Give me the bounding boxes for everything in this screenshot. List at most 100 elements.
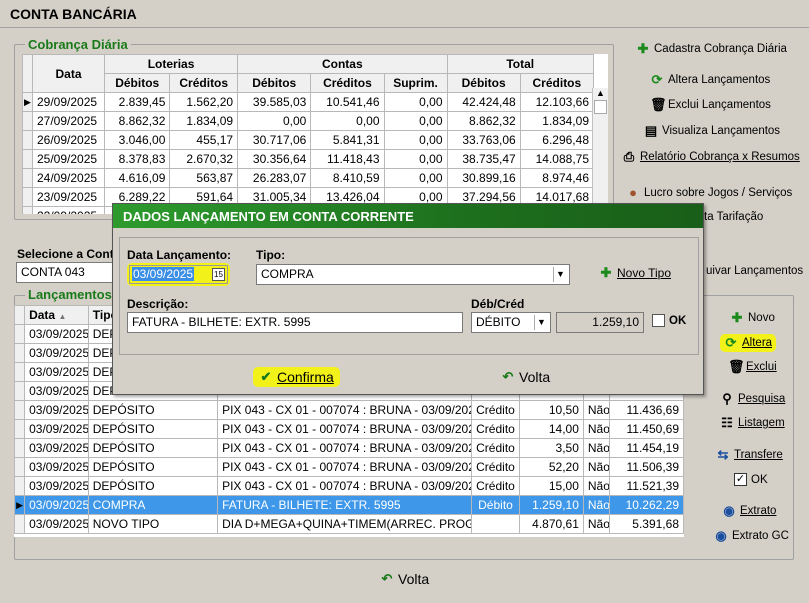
checkbox-checked-icon[interactable]: ✓: [734, 473, 747, 486]
cobranca-title: Cobrança Diária: [25, 37, 131, 52]
table-row[interactable]: 03/09/2025 DEPÓSITO PIX 043 - CX 01 - 0070…: [14, 438, 684, 458]
calendar-icon[interactable]: 15: [212, 268, 225, 281]
data-lancamento-field[interactable]: 03/09/2025 15: [129, 265, 228, 284]
tarifacao-button[interactable]: ta Tarifação: [704, 211, 763, 223]
table-row[interactable]: 03/09/2025 DEPÓSITO PIX 043 - CX 01 - 0070…: [14, 400, 684, 420]
row-marker: [22, 130, 33, 150]
cell-value: 26.283,07: [237, 168, 312, 188]
sub-header[interactable]: Suprim.: [383, 73, 448, 93]
cell: 11.436,69: [609, 400, 684, 420]
valor-field[interactable]: 1.259,10: [556, 312, 644, 333]
dialog-title: DADOS LANÇAMENTO EM CONTA CORRENTE: [113, 204, 703, 228]
refresh-icon: ⟳: [651, 72, 663, 87]
cell: Não: [582, 400, 611, 420]
cobranca-scrollbar[interactable]: ▲: [592, 88, 608, 214]
cell-value: 10.541,46: [310, 92, 385, 112]
search-icon: ⚲: [722, 391, 732, 406]
cell: PIX 043 - CX 01 - 007074 : BRUNA - 03/09…: [217, 476, 472, 496]
cell-date: 26/09/2025: [32, 130, 105, 150]
cell-value: 30.717,06: [237, 130, 312, 150]
cell-value: 1.834,09: [519, 111, 595, 131]
scroll-up-icon[interactable]: ▲: [593, 88, 608, 98]
sub-header[interactable]: Débitos: [237, 73, 312, 93]
row-marker: [14, 438, 26, 458]
descricao-field[interactable]: FATURA - BILHETE: EXTR. 5995: [127, 312, 463, 333]
altera-button[interactable]: ⟳ Altera: [720, 334, 777, 352]
col-data-header[interactable]: Data: [32, 54, 105, 93]
exclui-lancamentos-button[interactable]: 🗑 Exclui Lançamentos: [650, 98, 771, 112]
arquivar-lancamentos-button[interactable]: uivar Lançamentos: [706, 265, 803, 277]
group-header-contas: Contas: [237, 54, 448, 74]
listagem-button[interactable]: ☷ Listagem: [720, 416, 785, 430]
table-row[interactable]: ▶ 03/09/2025 COMPRA FATURA - BILHETE: EXTR.…: [14, 495, 684, 515]
trash-icon: 🗑: [728, 359, 745, 374]
deb-cred-select[interactable]: DÉBITO ▼: [471, 312, 551, 333]
col-data-header[interactable]: Data ▲: [24, 305, 89, 325]
lucro-jogos-button[interactable]: ● Lucro sobre Jogos / Serviços: [626, 186, 792, 200]
table-row[interactable]: 03/09/2025 DEPÓSITO PIX 043 - CX 01 - 0070…: [14, 476, 684, 496]
cell: COMPRA: [87, 495, 219, 515]
scroll-thumb[interactable]: [594, 100, 607, 114]
table-row[interactable]: 25/09/2025 8.378,83 2.670,32 30.356,64 11.41…: [22, 149, 595, 169]
transfere-button[interactable]: ⇆ Transfere: [716, 448, 783, 462]
exclui-button[interactable]: 🗑 Exclui: [728, 360, 777, 374]
sub-header[interactable]: Créditos: [310, 73, 385, 93]
cell: Não: [582, 514, 611, 534]
transfer-icon: ⇆: [717, 447, 729, 462]
cell-date: 22/09/2025: [32, 206, 105, 214]
table-row[interactable]: 03/09/2025 NOVO TIPO DIA D+MEGA+QUINA+TIME…: [14, 514, 684, 534]
table-row[interactable]: ▶ 29/09/2025 2.839,45 1.562,20 39.585,03 10.5…: [22, 92, 595, 112]
table-row[interactable]: 27/09/2025 8.862,32 1.834,09 0,00 0,00 0,00 8.…: [22, 111, 595, 131]
extrato-gc-button[interactable]: ◉ Extrato GC: [714, 529, 789, 543]
ok-checkbox[interactable]: OK: [652, 314, 686, 327]
dialog-volta-button[interactable]: ↶ Volta: [501, 369, 551, 385]
row-marker: [22, 206, 33, 214]
data-lancamento-highlight: 03/09/2025 15: [127, 263, 230, 286]
cell: 11.454,19: [609, 438, 684, 458]
visualiza-lancamentos-button[interactable]: ▤ Visualiza Lançamentos: [644, 124, 780, 138]
row-marker: [14, 324, 26, 344]
table-row[interactable]: 24/09/2025 4.616,09 563,87 26.283,07 8.410,5…: [22, 168, 595, 188]
group-header-loterias: Loterias: [103, 54, 239, 74]
pesquisa-button[interactable]: ⚲ Pesquisa: [720, 392, 785, 406]
sub-header[interactable]: Débitos: [446, 73, 521, 93]
cell: Crédito: [470, 438, 521, 458]
sub-header[interactable]: Débitos: [103, 73, 171, 93]
cadastra-cobranca-button[interactable]: ✚ Cadastra Cobrança Diária: [636, 42, 787, 56]
novo-button[interactable]: ✚ Novo: [730, 311, 775, 325]
document-icon: ▤: [644, 123, 658, 138]
ok-checkbox-button[interactable]: ✓ OK: [734, 473, 768, 486]
chevron-down-icon[interactable]: ▼: [534, 315, 548, 330]
row-marker: [14, 400, 26, 420]
cell: 52,20: [519, 457, 584, 477]
cell: 03/09/2025: [24, 381, 89, 401]
account-field[interactable]: CONTA 043: [16, 262, 116, 283]
relatorio-button[interactable]: ⎙ Relatório Cobrança x Resumos: [622, 150, 800, 164]
row-marker-header: [14, 305, 26, 325]
checkbox-icon[interactable]: [652, 314, 665, 327]
cell: DIA D+MEGA+QUINA+TIMEM(ARREC. PROG - 020…: [217, 514, 472, 534]
table-row[interactable]: 03/09/2025 DEPÓSITO PIX 043 - CX 01 - 0070…: [14, 457, 684, 477]
confirma-button[interactable]: ✔ Confirma: [253, 367, 340, 387]
novo-tipo-button[interactable]: ✚ Novo Tipo: [599, 265, 671, 281]
plus-icon: ✚: [600, 265, 612, 280]
chevron-down-icon[interactable]: ▼: [553, 267, 567, 282]
footer-volta-button[interactable]: ↶ Volta: [380, 571, 430, 587]
sub-header[interactable]: Créditos: [169, 73, 239, 93]
table-row[interactable]: 03/09/2025 DEPÓSITO PIX 043 - CX 01 - 0070…: [14, 419, 684, 439]
cell: 3,50: [519, 438, 584, 458]
cell-date: 27/09/2025: [32, 111, 105, 131]
plus-icon: ✚: [637, 41, 649, 56]
cell-value: 8.862,32: [103, 111, 171, 131]
extrato-button[interactable]: ◉ Extrato: [722, 504, 776, 518]
altera-lancamentos-button[interactable]: ⟳ Altera Lançamentos: [650, 72, 771, 87]
tipo-select[interactable]: COMPRA ▼: [256, 264, 570, 285]
sub-header[interactable]: Créditos: [519, 73, 595, 93]
table-row[interactable]: 26/09/2025 3.046,00 455,17 30.717,06 5.841,3…: [22, 130, 595, 150]
row-marker: [14, 476, 26, 496]
cell-value: 5.841,31: [310, 130, 385, 150]
current-row-marker-icon: ▶: [14, 495, 26, 515]
cell: DEPÓSITO: [87, 419, 219, 439]
undo-icon: ↶: [502, 369, 514, 384]
coins-icon: ●: [629, 185, 637, 200]
